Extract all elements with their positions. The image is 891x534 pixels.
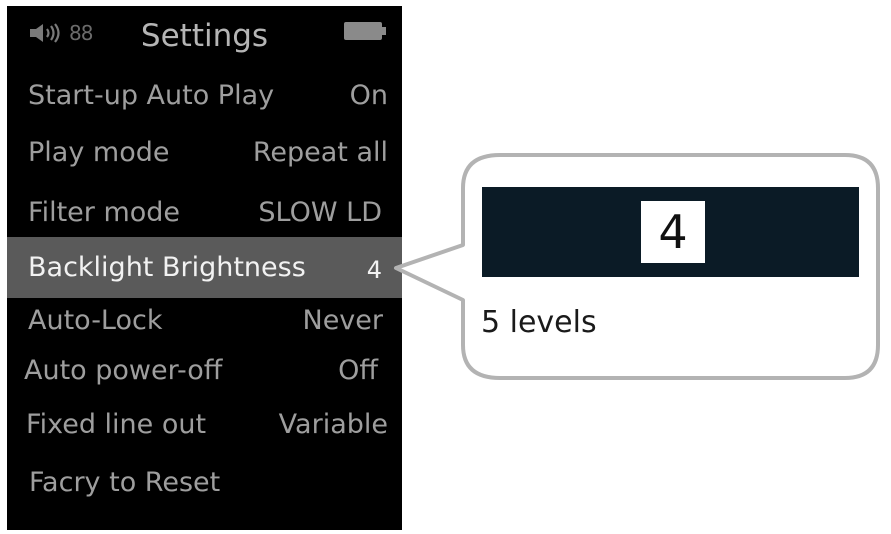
brightness-preview-value: 4 xyxy=(641,201,705,263)
menu-item-value: On xyxy=(349,80,388,111)
menu-item-label: Auto-Lock xyxy=(28,305,163,336)
menu-item-label: Facry to Reset xyxy=(29,467,221,498)
menu-item-value: Variable xyxy=(278,409,388,440)
menu-item-auto-power-off[interactable]: Auto power-off Off xyxy=(7,343,402,399)
brightness-levels-description: 5 levels xyxy=(481,305,597,340)
menu-item-play-mode[interactable]: Play mode Repeat all xyxy=(7,125,402,181)
menu-item-auto-lock[interactable]: Auto-Lock Never xyxy=(7,293,402,349)
menu-item-value: Repeat all xyxy=(252,137,388,168)
menu-item-label: Filter mode xyxy=(28,197,181,228)
device-screen: 88 Settings Start-up Auto Play On Play m… xyxy=(7,6,402,530)
menu-item-backlight-brightness[interactable]: Backlight Brightness 4 xyxy=(7,237,402,298)
brightness-preview-panel: 4 xyxy=(482,187,859,277)
menu-item-value: Off xyxy=(338,355,378,386)
menu-item-label: Play mode xyxy=(28,137,170,168)
status-bar: 88 Settings xyxy=(7,6,402,58)
menu-item-label: Fixed line out xyxy=(26,409,207,440)
battery-icon xyxy=(343,20,387,42)
menu-item-label: Backlight Brightness xyxy=(28,252,306,283)
stage: 88 Settings Start-up Auto Play On Play m… xyxy=(0,0,891,534)
menu-item-factory-reset[interactable]: Facry to Reset xyxy=(7,455,402,511)
menu-item-startup-auto-play[interactable]: Start-up Auto Play On xyxy=(7,68,402,124)
menu-item-value: SLOW LD xyxy=(258,197,382,228)
menu-item-label: Auto power-off xyxy=(24,355,223,386)
menu-item-filter-mode[interactable]: Filter mode SLOW LD xyxy=(7,185,402,241)
menu-item-label: Start-up Auto Play xyxy=(28,80,275,111)
menu-item-fixed-line-out[interactable]: Fixed line out Variable xyxy=(7,397,402,453)
menu-item-value: Never xyxy=(302,305,384,336)
